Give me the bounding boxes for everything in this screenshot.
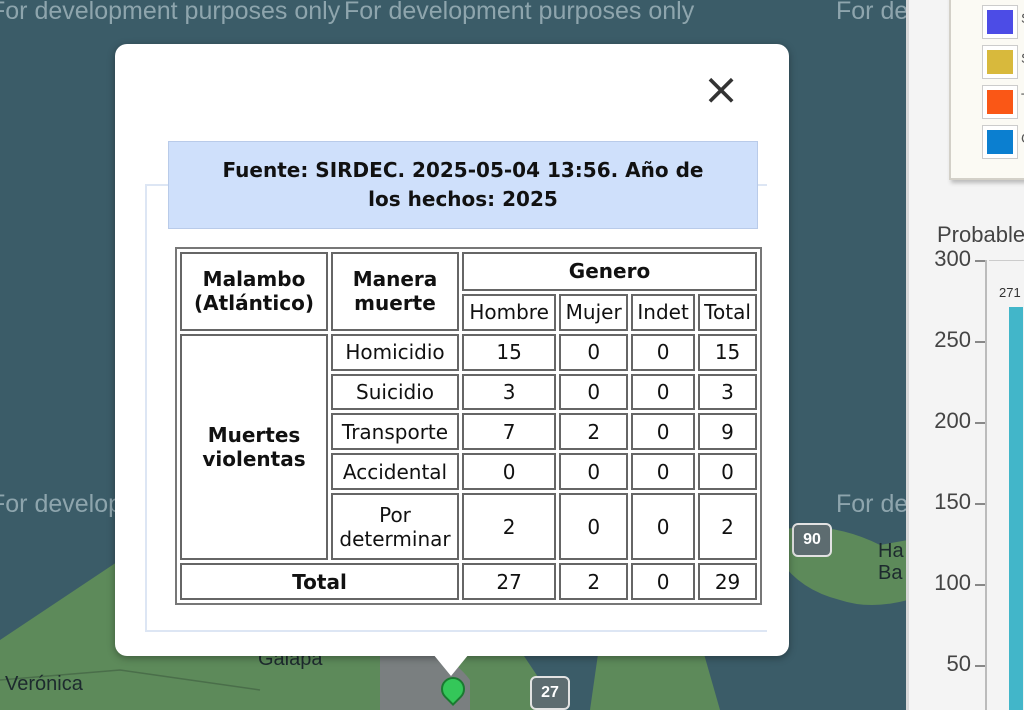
table-cell: 0 (631, 453, 696, 491)
table-cell: 9 (698, 413, 757, 451)
chart-title: Probable (937, 222, 1024, 247)
table-cell: 2 (462, 493, 557, 561)
row-label: Transporte (331, 413, 459, 451)
table-cell: 2 (559, 413, 629, 451)
manner-header: Manera muerte (331, 252, 459, 331)
popup-tail (433, 654, 469, 676)
y-tick-mark (975, 584, 985, 586)
location-header-line: Malambo (202, 267, 306, 292)
table-cell: 0 (698, 453, 757, 491)
table-cell: 0 (631, 333, 696, 371)
bar-data-label: 271 (999, 284, 1021, 300)
table-cell: 2 (698, 493, 757, 561)
total-cell: 29 (698, 563, 757, 600)
total-cell: 2 (559, 563, 629, 600)
table-cell: 0 (559, 493, 629, 561)
table-cell: 0 (559, 453, 629, 491)
legend: S S T C (949, 0, 1024, 180)
group-label-line: violentas (202, 446, 306, 471)
legend-swatch (983, 86, 1017, 118)
y-tick-label: 150 (934, 489, 971, 514)
legend-swatch (983, 6, 1017, 38)
info-popup: × Fuente: SIRDEC. 2025-05-04 13:56. Año … (115, 44, 789, 656)
deaths-table: Malambo (Atlántico) Manera muerte Genero… (175, 247, 762, 605)
gender-header: Genero (462, 252, 757, 291)
table-cell: 3 (462, 373, 557, 411)
chart-bar[interactable] (1009, 306, 1023, 710)
table-cell: 0 (631, 373, 696, 411)
y-tick-label: 50 (946, 651, 971, 676)
table-cell: 0 (559, 333, 629, 371)
y-tick-label: 100 (934, 570, 971, 595)
total-row: Total 27 2 0 29 (180, 563, 757, 600)
column-header: Total (698, 293, 757, 331)
legend-swatch (983, 46, 1017, 78)
y-tick-mark (975, 341, 985, 343)
table-cell: 15 (462, 333, 557, 371)
table-cell: 0 (559, 373, 629, 411)
manner-header-line: muerte (354, 291, 436, 316)
total-label: Total (180, 563, 459, 600)
close-icon[interactable]: × (701, 68, 741, 112)
place-label: Verónica (5, 673, 83, 695)
row-label-line: determinar (339, 526, 451, 551)
table-cell: 7 (462, 413, 557, 451)
source-line: Fuente: SIRDEC. 2025-05-04 13:56. Año de (222, 158, 704, 182)
location-header-line: (Atlántico) (194, 291, 314, 316)
column-header: Hombre (462, 293, 557, 331)
chart-y-axis (985, 260, 987, 710)
manner-header-line: Manera (352, 267, 438, 292)
row-label: Por determinar (331, 493, 459, 561)
table-cell: 0 (631, 413, 696, 451)
group-label: Muertes violentas (180, 333, 328, 561)
table-cell: 0 (462, 453, 557, 491)
row-label: Suicidio (331, 373, 459, 411)
y-tick-mark (975, 422, 985, 424)
y-tick-mark (975, 260, 985, 262)
table-row: Muertes violentas Homicidio 15 0 0 15 (180, 333, 757, 561)
y-tick-mark (975, 503, 985, 505)
row-label: Homicidio (331, 333, 459, 371)
total-cell: 0 (631, 563, 696, 600)
place-label: Ha (878, 540, 904, 562)
right-panel: S S T C Probable 300 250 200 150 100 50 … (906, 0, 1024, 710)
legend-swatch (983, 126, 1017, 158)
y-tick-mark (975, 665, 985, 667)
row-label-line: Por (379, 502, 411, 527)
y-tick-label: 300 (934, 246, 971, 271)
row-label: Accidental (331, 453, 459, 491)
y-tick-label: 200 (934, 408, 971, 433)
table-cell: 15 (698, 333, 757, 371)
source-line: los hechos: 2025 (368, 187, 558, 211)
location-header: Malambo (Atlántico) (180, 252, 328, 331)
place-label: Ba (878, 562, 903, 584)
total-cell: 27 (462, 563, 557, 600)
route-shield: 27 (530, 676, 570, 710)
route-shield: 90 (792, 523, 832, 557)
column-header: Indet (631, 293, 696, 331)
column-header: Mujer (559, 293, 629, 331)
group-label-line: Muertes (207, 422, 301, 447)
table-cell: 3 (698, 373, 757, 411)
table-cell: 0 (631, 493, 696, 561)
source-header: Fuente: SIRDEC. 2025-05-04 13:56. Año de… (168, 141, 758, 229)
y-tick-label: 250 (934, 327, 971, 352)
